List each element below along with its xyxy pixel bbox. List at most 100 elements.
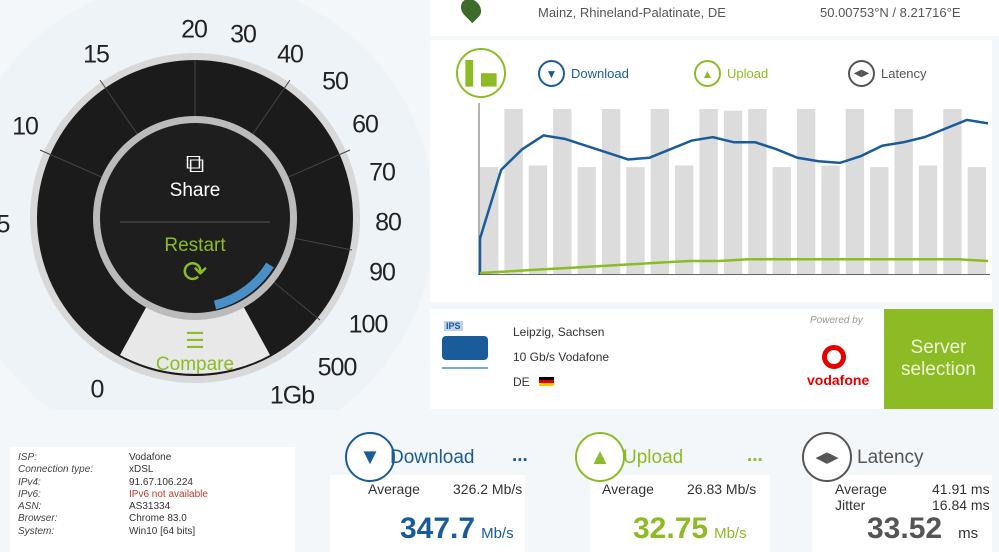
server-country: DE [513, 375, 530, 389]
info-value: AS31334 [129, 501, 171, 513]
upload-avg: 26.83 Mb/s [687, 481, 757, 497]
info-row: IPv4: 91.67.106.224 [18, 477, 208, 489]
speed-chart [478, 103, 990, 275]
info-row: System: Win10 [64 bits] [18, 526, 208, 538]
connection-info: ISP: Vodafone Connection type: xDSL IPv4: 91.… [10, 447, 295, 552]
upload-avg-label: Average [602, 481, 654, 497]
gauge-label: 90 [369, 258, 396, 287]
chart-bar [699, 109, 718, 275]
info-row: Browser: Chrome 83.0 [18, 513, 208, 525]
server-panel: IPS Leipzig, Sachsen 10 Gb/s Vodafone DE… [430, 309, 993, 409]
upload-title: Upload [623, 447, 684, 468]
upload-more-button[interactable]: ... [747, 445, 763, 467]
info-value: Win10 [64 bits] [129, 525, 196, 537]
info-key: IPv4: [18, 476, 41, 488]
gauge: 0 5 10 15 20 30 40 50 60 70 80 90 100 50… [0, 0, 430, 410]
gauge-label: 60 [352, 110, 379, 139]
server-city: Leipzig, Sachsen [513, 325, 605, 339]
chart-bar [504, 109, 523, 275]
server-provider: 10 Gb/s Vodafone [513, 350, 610, 364]
refresh-icon: ⟳ [182, 256, 208, 289]
chart-bar [626, 167, 645, 275]
restart-button[interactable]: Restart ⟳ [145, 235, 245, 289]
map-pin-icon [456, 0, 486, 24]
gauge-label: 30 [230, 20, 257, 49]
chart-bar [528, 165, 548, 275]
location-bar: Mainz, Rhineland-Palatinate, DE 50.00753… [430, 0, 999, 36]
chart-bar [577, 167, 596, 275]
chart-bar [748, 109, 767, 275]
latency-ms: 33.52 [867, 512, 943, 545]
gauge-label: 20 [181, 15, 208, 44]
compare-label: Compare [155, 354, 235, 375]
vodafone-brand: vodafone [807, 372, 870, 388]
info-row: ISP: Vodafone [18, 452, 208, 464]
latency-result-icon: ◀▶ [802, 432, 852, 482]
latency-value: 33.52 ms [867, 512, 978, 546]
info-value: Chrome 83.0 [129, 513, 187, 525]
gauge-label: 50 [322, 67, 349, 96]
download-avg: 326.2 Mb/s [453, 481, 523, 497]
info-key: System: [18, 525, 55, 537]
info-row: Connection type: xDSL [18, 464, 208, 476]
legend-upload[interactable]: ▲ Upload [694, 60, 768, 87]
server-selection-button[interactable]: Server selection [884, 309, 993, 409]
latency-unit: ms [958, 525, 979, 542]
chart-bar [601, 109, 621, 275]
chart-bar [675, 165, 694, 275]
info-key: ASN: [18, 501, 42, 513]
share-button[interactable]: ⧉ Share [145, 148, 245, 202]
jitter-value: 16.84 ms [932, 497, 990, 513]
chart-bar [480, 167, 499, 275]
info-key: Browser: [18, 513, 58, 525]
gauge-label: 80 [375, 208, 402, 237]
upload-icon: ▲ [694, 60, 721, 87]
info-value: Vodafone [129, 452, 172, 463]
legend-upload-label: Upload [727, 66, 769, 81]
gauge-label: 0 [90, 375, 105, 404]
compare-button[interactable]: ☰ Compare [140, 328, 250, 376]
download-more-button[interactable]: ... [512, 445, 528, 467]
download-title: Download [390, 447, 475, 468]
gauge-label: 500 [317, 353, 358, 382]
chart-bar [894, 109, 913, 275]
info-row: ASN: AS31334 [18, 501, 208, 513]
info-row: IPv6: IPv6 not available [18, 489, 208, 501]
legend-latency[interactable]: ◀▶ Latency [848, 60, 927, 87]
chart-bar [845, 109, 865, 275]
legend-download[interactable]: ▼ Download [538, 60, 629, 87]
info-value: IPv6 not available [129, 488, 208, 500]
connection-info-table: ISP: Vodafone Connection type: xDSL IPv4: 91.… [18, 452, 208, 538]
flag-de-icon [539, 377, 554, 386]
location-coords: 50.00753°N / 8.21716°E [820, 5, 961, 20]
gauge-label: 10 [12, 112, 39, 141]
info-key: ISP: [18, 452, 37, 463]
legend-latency-label: Latency [881, 66, 927, 81]
gauge-label: 15 [83, 40, 110, 69]
download-speed: 347.7 [400, 512, 476, 545]
chart-bar [943, 109, 962, 275]
server-icon: IPS [442, 321, 488, 373]
server-badge: IPS [444, 321, 463, 331]
gauge-label: 5 [0, 211, 10, 240]
gauge-label: 1Gb [269, 381, 315, 410]
share-icon: ⧉ [185, 148, 205, 178]
download-icon: ▼ [538, 60, 565, 87]
chart-toggle-icon[interactable]: ▌▄ [456, 48, 506, 98]
download-value: 347.7 Mb/s [400, 512, 514, 546]
download-avg-label: Average [368, 481, 420, 497]
legend-download-label: Download [571, 66, 629, 81]
latency-icon: ◀▶ [848, 60, 875, 87]
chart-bar [650, 109, 670, 275]
latency-title: Latency [857, 447, 924, 468]
info-key: Connection type: [18, 464, 94, 476]
info-value: xDSL [129, 464, 154, 476]
jitter-label: Jitter [835, 497, 866, 513]
info-value: 91.67.106.224 [129, 476, 193, 488]
vodafone-logo-icon [822, 345, 846, 369]
latency-avg-label: Average [835, 481, 887, 497]
upload-result-icon: ▲ [575, 432, 625, 482]
upload-speed: 32.75 [633, 512, 709, 545]
download-unit: Mb/s [481, 525, 514, 542]
chart-bar [553, 109, 572, 275]
